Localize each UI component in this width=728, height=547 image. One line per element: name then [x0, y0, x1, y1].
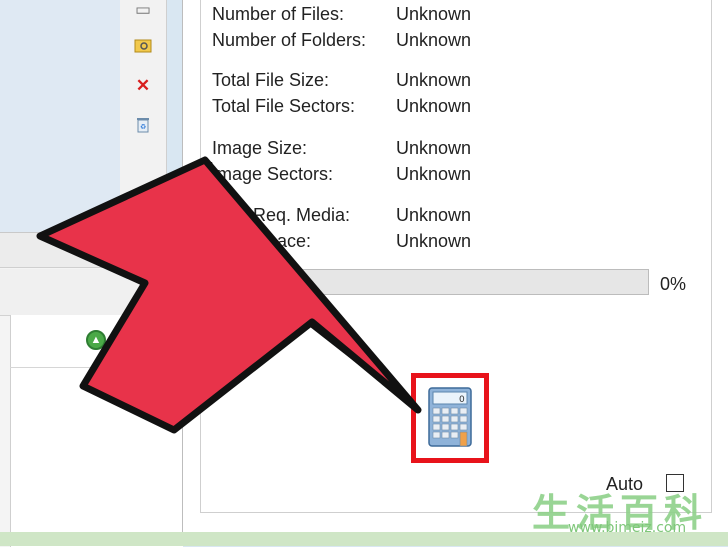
info-value: Unknown: [396, 30, 472, 50]
info-value: Unknown: [396, 96, 472, 116]
info-value: Unknown: [396, 164, 472, 184]
green-arrow-icon[interactable]: [133, 204, 153, 224]
progress-percent: 0%: [660, 274, 687, 294]
secondary-window-toolbar: [0, 269, 182, 316]
move-up-button[interactable]: ▲: [86, 330, 106, 350]
info-value: Unknown: [396, 231, 472, 251]
delete-x-icon[interactable]: ✕: [133, 76, 153, 96]
info-value: Unknown: [396, 205, 472, 225]
secondary-window-header: [0, 233, 182, 268]
arrow-down-icon: ▼: [128, 334, 140, 346]
info-value: Unknown: [396, 138, 472, 158]
progress-bar: [200, 269, 649, 295]
side-toolbar: ▭ ✕ ♻: [120, 0, 167, 232]
recycle-bin-icon[interactable]: ♻: [133, 116, 153, 136]
info-label: ace:: [277, 231, 312, 251]
info-label: Number of Folders:: [212, 30, 367, 50]
info-label: Number of Files:: [212, 4, 345, 24]
info-label: Image Size:: [212, 138, 308, 158]
info-label: Total File Size:: [212, 70, 330, 90]
calculator-button[interactable]: 0: [411, 373, 489, 463]
info-value: Unknown: [396, 4, 472, 24]
folder-search-icon[interactable]: [133, 36, 153, 56]
info-value: Unknown: [396, 70, 472, 90]
secondary-window: [0, 232, 183, 547]
info-label: Image Sectors:: [212, 164, 334, 184]
arrow-up-icon: ▲: [90, 334, 102, 346]
calculator-icon: 0: [428, 387, 472, 447]
move-down-button[interactable]: ▼: [124, 330, 144, 350]
info-label: Total File Sectors:: [212, 96, 356, 116]
page-icon[interactable]: ▭: [133, 0, 153, 20]
svg-text:0: 0: [459, 395, 465, 405]
svg-text:♻: ♻: [140, 124, 146, 131]
secondary-window-divider: [10, 367, 182, 368]
watermark-url: www.bimeiz.com: [568, 520, 687, 536]
watermark: 生活百科 www.bimeiz.com: [520, 480, 728, 546]
info-label: Req. Media:: [253, 205, 351, 225]
